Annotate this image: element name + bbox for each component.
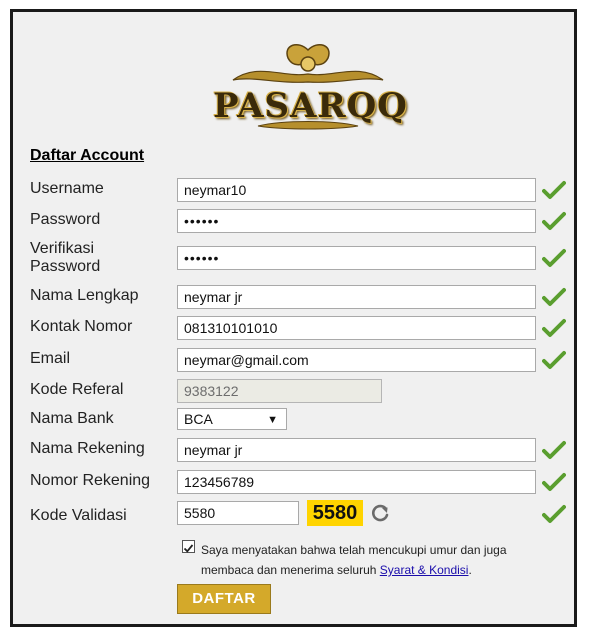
phone-input[interactable]: 081310101010: [177, 316, 536, 340]
referral-label: Kode Referal: [30, 381, 124, 398]
full-name-input[interactable]: neymar jr: [177, 285, 536, 309]
validation-label: Kode Validasi: [30, 507, 127, 524]
daftar-button[interactable]: DAFTAR: [177, 584, 271, 614]
bank-select[interactable]: BCA ▼: [177, 408, 287, 430]
verify-password-input[interactable]: ••••••: [177, 246, 536, 270]
refresh-icon[interactable]: [369, 502, 391, 524]
username-input[interactable]: neymar10: [177, 178, 536, 202]
email-label: Email: [30, 350, 71, 367]
referral-input: 9383122: [177, 379, 382, 403]
account-number-input[interactable]: 123456789: [177, 470, 536, 494]
bank-select-value: BCA: [184, 411, 213, 427]
username-label: Username: [30, 180, 104, 197]
phone-label: Kontak Nomor: [30, 318, 133, 335]
checkbox-check-icon: [183, 544, 194, 553]
dropdown-arrow-icon: ▼: [267, 414, 278, 426]
full-name-label: Nama Lengkap: [30, 287, 139, 304]
bank-label: Nama Bank: [30, 410, 114, 427]
registration-panel: PASARQQ Daftar Account Username neymar10…: [10, 9, 577, 627]
email-input[interactable]: neymar@gmail.com: [177, 348, 536, 372]
password-label: Password: [30, 211, 101, 228]
agreement-text: Saya menyatakan bahwa telah mencukupi um…: [201, 540, 541, 580]
account-name-input[interactable]: neymar jr: [177, 438, 536, 462]
account-name-valid-checkmark-icon: [542, 440, 566, 460]
account-name-label: Nama Rekening: [30, 440, 145, 457]
validation-input[interactable]: 5580: [177, 501, 299, 525]
phone-valid-checkmark-icon: [542, 318, 566, 338]
email-valid-checkmark-icon: [542, 350, 566, 370]
account-number-label: Nomor Rekening: [30, 472, 151, 489]
password-valid-checkmark-icon: [542, 211, 566, 231]
verify-password-label: Verifikasi Password: [30, 240, 101, 275]
form-title: Daftar Account: [30, 147, 145, 164]
account-number-valid-checkmark-icon: [542, 472, 566, 492]
captcha-code: 5580: [307, 500, 363, 526]
agreement-period: .: [468, 563, 472, 577]
password-input[interactable]: ••••••: [177, 209, 536, 233]
agreement-checkbox[interactable]: [182, 540, 195, 553]
validation-valid-checkmark-icon: [542, 504, 566, 524]
terms-link[interactable]: Syarat & Kondisi: [380, 563, 469, 577]
username-valid-checkmark-icon: [542, 180, 566, 200]
logo-wordmark: PASARQQ: [213, 86, 408, 126]
pasarqq-logo: PASARQQ: [213, 40, 408, 136]
full-name-valid-checkmark-icon: [542, 287, 566, 307]
verify-password-valid-checkmark-icon: [542, 248, 566, 268]
